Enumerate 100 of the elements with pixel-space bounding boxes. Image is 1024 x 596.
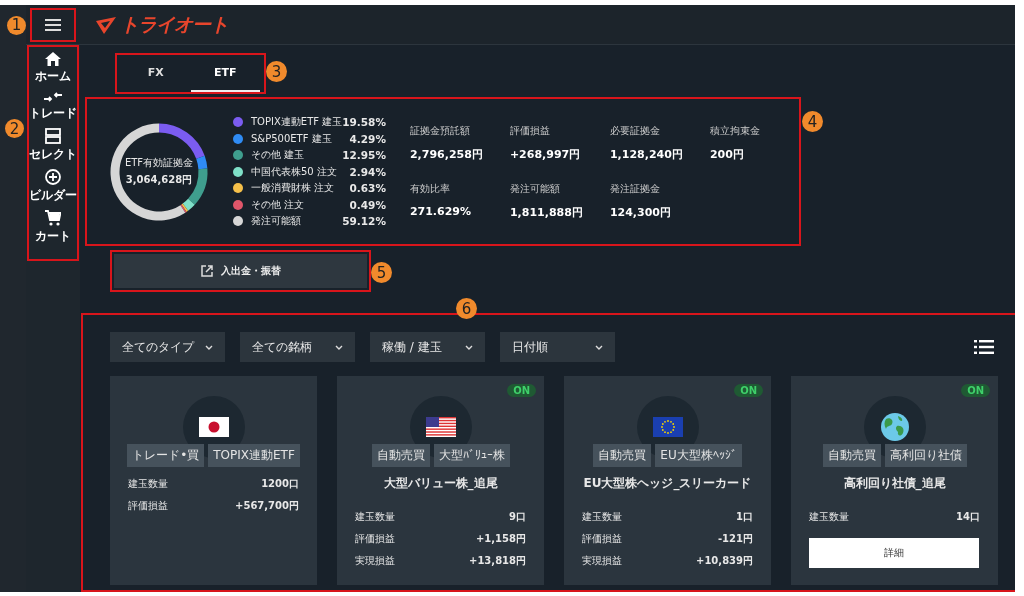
stat-label: 発注可能額 (509, 181, 561, 196)
stat-label: 証拠金預託額 (409, 123, 471, 138)
stat-label: 発注証拠金 (609, 181, 661, 196)
menu-icon[interactable] (43, 16, 63, 33)
stat-value: +1,158円 (476, 532, 526, 546)
stat-value: 200円 (709, 146, 745, 162)
list-view-icon[interactable] (974, 340, 994, 354)
stat-label: 評価損益 (509, 123, 551, 138)
caret-icon (205, 344, 213, 350)
tag: 自動売買 (371, 444, 430, 467)
stat-value: 124,300円 (609, 204, 672, 220)
tag: 自動売買 (593, 444, 652, 467)
stat-value: 1,811,888円 (509, 204, 584, 220)
stat-label: 建玉数量 (355, 510, 395, 524)
us-flag-icon (425, 417, 456, 437)
nav-item[interactable]: トレード (29, 91, 77, 122)
stat-value: +567,700円 (235, 499, 299, 513)
status-badge: ON (507, 384, 536, 397)
arrows-icon (44, 91, 62, 103)
filter-dropdown[interactable]: 稼働 / 建玉 (370, 332, 485, 362)
japan-flag-icon (198, 417, 229, 437)
stat-value: +10,839円 (696, 554, 753, 568)
stat-value: 14口 (956, 510, 980, 524)
stat-value: 2,796,258円 (409, 146, 484, 162)
tab[interactable]: FX (121, 55, 191, 92)
legend-label: TOPIX連動ETF 建玉 (251, 115, 343, 129)
tag: 高利回り社債 (884, 444, 967, 467)
filter-dropdown[interactable]: 日付順 (500, 332, 615, 362)
stat-value: +268,997円 (509, 146, 582, 162)
tag: 大型ﾊﾞﾘｭｰ株 (433, 444, 510, 467)
legend-label: 一般消費財株 注文 (251, 181, 336, 195)
nav-item[interactable]: カート (35, 210, 71, 245)
card-title: EU大型株ヘッジ_スリーカード (583, 475, 752, 492)
callout-number: 6 (456, 298, 477, 319)
tag: トレード•買 (127, 444, 205, 467)
status-badge: ON (961, 384, 990, 397)
tag: 自動売買 (822, 444, 881, 467)
nav-item[interactable]: ビルダー (29, 169, 77, 204)
eu-flag-icon (652, 417, 683, 437)
filter-dropdown[interactable]: 全ての銘柄 (240, 332, 355, 362)
logo-text: トライオート (120, 11, 228, 37)
status-badge: ON (734, 384, 763, 397)
stat-label: 実現損益 (582, 554, 622, 568)
donut-label: ETF有効証拠金 (124, 156, 194, 170)
stat-label: 積立拘束金 (709, 123, 761, 138)
strategy-card[interactable]: ON 自動売買 高利回り社債 高利回り社債_追尾 建玉数量 14口 詳細 (791, 376, 998, 585)
stat-label: 建玉数量 (128, 477, 168, 491)
stat-label: 建玉数量 (809, 510, 849, 524)
callout-number: 3 (266, 61, 287, 82)
logo-icon (94, 14, 118, 35)
stat-label: 建玉数量 (582, 510, 622, 524)
legend-percent: 0.63% (349, 182, 386, 194)
legend-label: その他 建玉 (251, 148, 306, 162)
caret-icon (465, 344, 473, 350)
stat-value: +13,818円 (469, 554, 526, 568)
card-title: 大型バリュー株_追尾 (383, 475, 498, 492)
legend-label: その他 注文 (251, 197, 306, 212)
legend-percent: 4.29% (349, 132, 386, 145)
stat-label: 必要証拠金 (609, 123, 661, 138)
legend-label: S&P500ETF 建玉 (251, 131, 333, 146)
legend-percent: 19.58% (342, 116, 386, 128)
nav-item[interactable]: ホーム (35, 52, 71, 85)
stat-value: -121円 (717, 532, 753, 546)
card-title: 高利回り社債_追尾 (843, 475, 946, 492)
tag: TOPIX連動ETF (208, 444, 300, 467)
legend-label: 中国代表株50 注文 (251, 164, 338, 179)
nav-item[interactable]: セレクト (29, 128, 77, 163)
filter-dropdown[interactable]: 全てのタイプ (110, 332, 225, 362)
stat-value: 1200口 (261, 477, 299, 491)
stat-label: 評価損益 (355, 532, 395, 546)
globe-icon (880, 413, 909, 441)
stat-value: 271.629% (409, 204, 473, 218)
caret-icon (335, 344, 343, 350)
tag: EU大型株ﾍｯｼﾞ (655, 444, 742, 467)
legend-percent: 2.94% (349, 165, 386, 178)
tab[interactable]: ETF (190, 55, 260, 92)
cart-icon (45, 210, 61, 226)
stat-value: 1口 (736, 510, 753, 524)
callout-number: 5 (371, 262, 392, 283)
transfer-button[interactable]: 入出金・振替 (114, 254, 367, 288)
strategy-card[interactable]: トレード•買 TOPIX連動ETF 建玉数量 1200口 評価損益 +567,700円 (110, 376, 317, 585)
add-icon (45, 169, 61, 185)
legend-percent: 59.12% (342, 215, 386, 227)
stat-value: 9口 (509, 510, 526, 524)
details-button[interactable]: 詳細 (809, 538, 979, 568)
stat-label: 有効比率 (409, 181, 451, 196)
stat-value: 1,128,240円 (609, 146, 684, 162)
layout-icon (45, 128, 61, 144)
stat-label: 評価損益 (582, 532, 622, 546)
legend-percent: 12.95% (342, 149, 386, 161)
external-link-icon (200, 265, 213, 277)
stat-label: 実現損益 (355, 554, 395, 568)
callout-number: 4 (802, 111, 823, 132)
strategy-card[interactable]: ON 自動売買 EU大型株ﾍｯｼﾞ EU大型株ヘッジ_スリーカード 建玉数量 1口 評価損益 -121円 実現損益 +10,839円 (564, 376, 771, 585)
legend-percent: 0.49% (349, 198, 386, 211)
donut-value: 3,064,628円 (125, 173, 193, 187)
caret-icon (595, 344, 603, 350)
strategy-card[interactable]: ON 自動売買 大型ﾊﾞﾘｭｰ株 大型バリュー株_追尾 建玉数量 9口 評価損益 +1,158円 実現損益 +13,818円 (337, 376, 544, 585)
home-icon (45, 52, 61, 66)
stat-label: 評価損益 (128, 499, 168, 513)
